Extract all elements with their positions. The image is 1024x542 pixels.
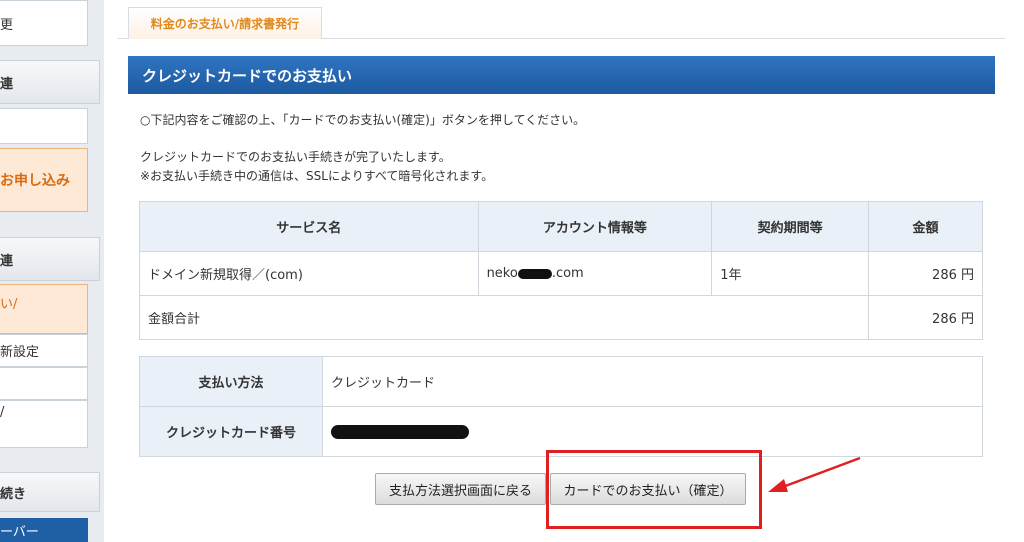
payment-method-value: クレジットカード: [322, 356, 983, 407]
sidebar-item-settings[interactable]: 新設定: [0, 334, 88, 367]
payment-method-label: 支払い方法: [139, 356, 323, 407]
section-header-label: 連: [0, 76, 14, 92]
sidebar-item-misc2[interactable]: /: [0, 400, 88, 448]
sidebar-section-header: 続き: [0, 472, 100, 512]
sidebar: 更 連 お申し込み 連 い/ 新設定 / 続き ーバー: [0, 0, 104, 542]
sidebar-section-header: 連: [0, 60, 100, 104]
arrow-icon: [768, 456, 861, 492]
amount-cell: 286 円: [868, 251, 983, 296]
instruction-text: ○下記内容をご確認の上、「カードでのお支払い(確定)」ボタンを押してください。: [140, 113, 586, 127]
table-row: ドメイン新規取得／(com) neko .com 1年 286 円: [139, 251, 983, 296]
redaction-mark: [517, 268, 552, 279]
section-title-label: クレジットカードでのお支払い: [142, 66, 353, 85]
payment-table: 支払い方法 クレジットカード クレジットカード番号: [139, 356, 983, 457]
table-header-row: サービス名 アカウント情報等 契約期間等 金額: [139, 201, 983, 252]
sidebar-item-blank[interactable]: [0, 108, 88, 144]
period-cell: 1年: [711, 251, 870, 296]
total-amount-cell: 286 円: [868, 295, 983, 340]
account-prefix: neko: [486, 266, 518, 281]
section-header-label: 連: [0, 253, 14, 269]
service-table: サービス名 アカウント情報等 契約期間等 金額 ドメイン新規取得／(com) n…: [138, 201, 983, 340]
card-number-value: [322, 406, 983, 457]
sidebar-item-label: 更: [0, 17, 14, 33]
sidebar-item-label: い/: [0, 297, 18, 312]
sidebar-item-label: 新設定: [0, 345, 40, 360]
instruction-text: ※お支払い手続き中の通信は、SSLによりすべて暗号化されます。: [140, 169, 494, 183]
redaction-mark: [331, 424, 469, 439]
service-name-cell: ドメイン新規取得／(com): [139, 251, 479, 296]
card-number-label: クレジットカード番号: [139, 406, 323, 457]
sidebar-section-header: 連: [0, 237, 100, 281]
account-cell: neko .com: [477, 251, 713, 296]
sidebar-item-misc[interactable]: [0, 367, 88, 400]
table-row: 支払い方法 クレジットカード: [139, 356, 983, 407]
highlight-box: [546, 450, 762, 529]
sidebar-item-top[interactable]: 更: [0, 0, 88, 46]
total-label-cell: 金額合計: [138, 295, 870, 340]
sidebar-item-server[interactable]: ーバー: [0, 518, 88, 542]
back-button-label: 支払方法選択画面に戻る: [388, 483, 532, 499]
sidebar-item-payment[interactable]: い/: [0, 284, 88, 334]
column-header: 契約期間等: [711, 201, 870, 252]
column-header: アカウント情報等: [477, 201, 713, 252]
section-header-label: 続き: [0, 486, 27, 502]
column-header: 金額: [868, 201, 983, 252]
apply-button[interactable]: お申し込み: [0, 148, 88, 212]
tab-label: 料金のお支払い/請求書発行: [150, 17, 300, 31]
back-to-payment-method-button[interactable]: 支払方法選択画面に戻る: [375, 473, 546, 505]
sidebar-item-label: /: [0, 405, 5, 420]
section-title: クレジットカードでのお支払い: [128, 56, 995, 94]
instruction-text: クレジットカードでのお支払い手続きが完了いたします。: [140, 150, 451, 164]
sidebar-item-label: ーバー: [0, 524, 39, 540]
table-row-total: 金額合計 286 円: [138, 295, 983, 340]
tab-payment-invoice[interactable]: 料金のお支払い/請求書発行: [128, 7, 322, 39]
column-header: サービス名: [139, 201, 479, 252]
account-suffix: .com: [551, 266, 584, 281]
table-row: クレジットカード番号: [139, 406, 983, 457]
apply-button-label: お申し込み: [0, 173, 70, 189]
